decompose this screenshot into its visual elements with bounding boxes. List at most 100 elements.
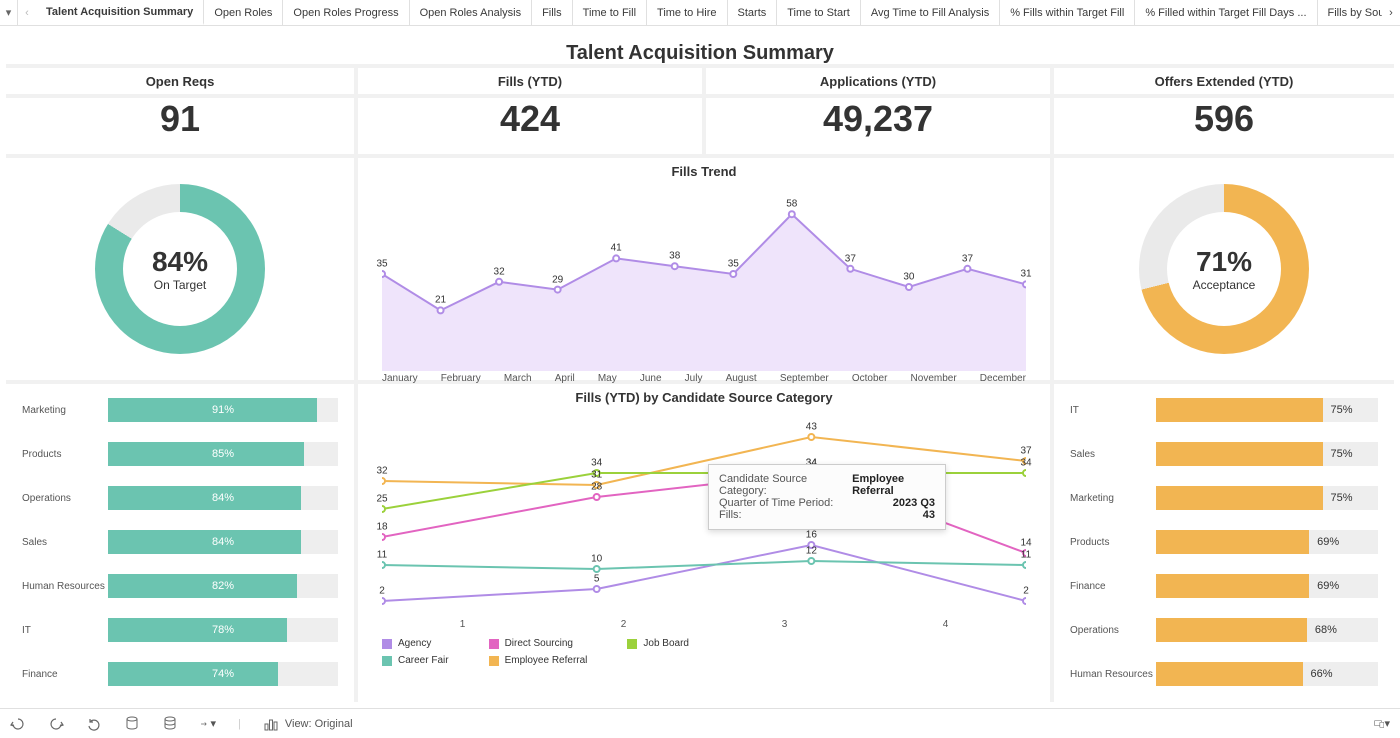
bar-row[interactable]: Human Resources82% (22, 564, 338, 608)
kpi-apps-head: Applications (YTD) (706, 68, 1050, 94)
bar-row[interactable]: Marketing75% (1070, 476, 1378, 520)
data-label: 37 (962, 253, 973, 264)
tab-avg-time-to-fill-analysis[interactable]: Avg Time to Fill Analysis (861, 0, 1000, 25)
bar-category: Sales (1070, 449, 1156, 460)
bar-fill: 75% (1156, 486, 1323, 510)
legend-swatch (627, 639, 637, 649)
bar-row[interactable]: Sales84% (22, 520, 338, 564)
bar-track: 69% (1156, 574, 1378, 598)
donut-on-target-card[interactable]: 84% On Target (6, 158, 354, 380)
revert-icon[interactable] (86, 716, 102, 732)
bar-track: 75% (1156, 486, 1378, 510)
data-label: 25 (376, 494, 387, 505)
fills-by-source-legend: Agency Direct Sourcing Job Board Career Fai… (358, 630, 1050, 670)
bar-row[interactable]: Operations84% (22, 476, 338, 520)
acceptance-bars-card[interactable]: IT75%Sales75%Marketing75%Products69%Fina… (1054, 384, 1394, 702)
tab-open-roles-progress[interactable]: Open Roles Progress (283, 0, 409, 25)
tab-menu-button[interactable]: ▾ (0, 0, 18, 25)
export-icon[interactable]: ▾ (200, 716, 216, 732)
data-label: 35 (728, 259, 739, 270)
redo-icon[interactable] (48, 716, 64, 732)
tab-open-roles[interactable]: Open Roles (204, 0, 283, 25)
tab-starts[interactable]: Starts (728, 0, 778, 25)
tooltip-key: Quarter of Time Period: (719, 497, 833, 509)
bar-row[interactable]: Products85% (22, 432, 338, 476)
tab-fills-within-target-fill[interactable]: % Fills within Target Fill (1000, 0, 1135, 25)
kpi-fills-val[interactable]: 424 (358, 98, 702, 154)
kpi-apps-val[interactable]: 49,237 (706, 98, 1050, 154)
on-target-bars-card[interactable]: Marketing91%Products85%Operations84%Sale… (6, 384, 354, 702)
bar-fill (108, 530, 301, 554)
bar-value: 68% (1315, 624, 1337, 636)
data-label: 31 (591, 470, 602, 481)
bar-category: Marketing (1070, 493, 1156, 504)
fills-trend-card[interactable]: Fills Trend 352132294138355837303731 Jan… (358, 158, 1050, 380)
data-label: 43 (806, 422, 817, 433)
bar-row[interactable]: Finance69% (1070, 564, 1378, 608)
bar-track: 82% (108, 574, 338, 598)
bar-row[interactable]: Marketing91% (22, 388, 338, 432)
legend-swatch (382, 639, 392, 649)
view-selector[interactable]: View: Original (263, 716, 353, 732)
x-tick: 3 (704, 619, 865, 630)
x-tick: 4 (865, 619, 1026, 630)
donut-acceptance-card[interactable]: 71% Acceptance (1054, 158, 1394, 380)
bar-fill: 68% (1156, 618, 1307, 642)
legend-item[interactable]: Job Board (627, 638, 689, 649)
x-tick: April (555, 373, 575, 384)
bar-fill: 66% (1156, 662, 1303, 686)
data-label: 41 (611, 243, 622, 254)
undo-icon[interactable] (10, 716, 26, 732)
data-label: 2 (1023, 586, 1029, 597)
bar-category: Human Resources (1070, 669, 1156, 680)
legend-swatch (489, 656, 499, 666)
bar-fill (108, 618, 287, 642)
database-icon[interactable] (162, 716, 178, 732)
x-tick: September (780, 373, 829, 384)
view-icon (263, 716, 279, 732)
bar-category: Finance (1070, 581, 1156, 592)
x-tick: October (852, 373, 888, 384)
tab-scroll-left[interactable]: ‹ (18, 0, 36, 25)
fills-by-source-card[interactable]: Fills (YTD) by Candidate Source Category… (358, 384, 1050, 702)
tab-talent-acquisition-summary[interactable]: Talent Acquisition Summary (36, 0, 204, 25)
tooltip-value: 2023 Q3 (893, 497, 935, 509)
tab-open-roles-analysis[interactable]: Open Roles Analysis (410, 0, 533, 25)
kpi-fills-head: Fills (YTD) (358, 68, 702, 94)
legend-item[interactable]: Employee Referral (489, 655, 588, 666)
legend-item[interactable]: Career Fair (382, 655, 449, 666)
tab-filled-within-target-fill-days[interactable]: % Filled within Target Fill Days ... (1135, 0, 1317, 25)
kpi-offers-val[interactable]: 596 (1054, 98, 1394, 154)
bar-track: 68% (1156, 618, 1378, 642)
tab-scroll-right[interactable]: › (1382, 0, 1400, 25)
legend-item[interactable]: Agency (382, 638, 449, 649)
tab-fills-by-source[interactable]: Fills by Source (1318, 0, 1382, 25)
data-source-icon[interactable] (124, 716, 140, 732)
x-tick: August (726, 373, 757, 384)
bar-category: Operations (1070, 625, 1156, 636)
x-tick: 1 (382, 619, 543, 630)
bar-row[interactable]: Operations68% (1070, 608, 1378, 652)
bar-row[interactable]: IT78% (22, 608, 338, 652)
bar-category: Products (1070, 537, 1156, 548)
tooltip-value: 43 (923, 509, 935, 521)
legend-item[interactable]: Direct Sourcing (489, 638, 588, 649)
tab-time-to-start[interactable]: Time to Start (777, 0, 861, 25)
bar-row[interactable]: Products69% (1070, 520, 1378, 564)
bar-value: 82% (212, 580, 234, 592)
legend-label: Career Fair (398, 655, 449, 666)
bar-row[interactable]: Finance74% (22, 652, 338, 696)
kpi-open-reqs-val[interactable]: 91 (6, 98, 354, 154)
tab-fills[interactable]: Fills (532, 0, 573, 25)
bar-row[interactable]: Human Resources66% (1070, 652, 1378, 696)
tab-time-to-hire[interactable]: Time to Hire (647, 0, 728, 25)
bar-row[interactable]: IT75% (1070, 388, 1378, 432)
data-label: 58 (786, 199, 797, 210)
device-preview-icon[interactable]: ▾ (1374, 716, 1390, 732)
legend-label: Job Board (643, 638, 689, 649)
bar-row[interactable]: Sales75% (1070, 432, 1378, 476)
bar-track: 84% (108, 530, 338, 554)
bar-fill (108, 442, 304, 466)
bar-track: 84% (108, 486, 338, 510)
tab-time-to-fill[interactable]: Time to Fill (573, 0, 647, 25)
